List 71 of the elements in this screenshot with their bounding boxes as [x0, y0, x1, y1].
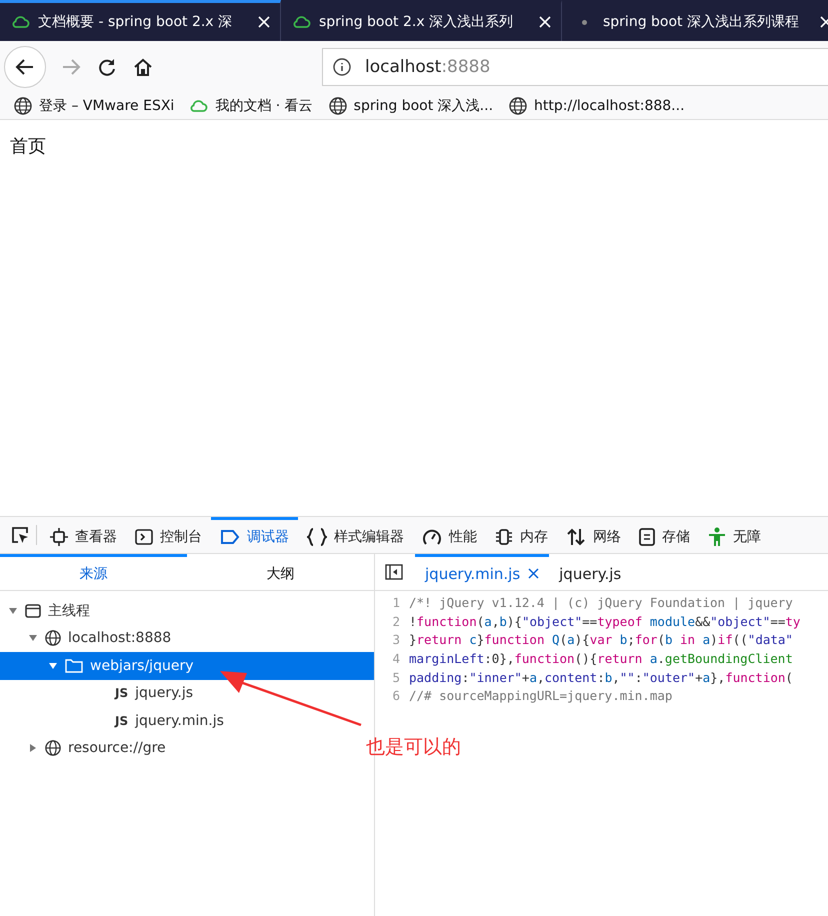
- caret-down-icon[interactable]: [28, 633, 38, 644]
- code-line: marginLeft:0},function(){return a.getBoundingClient: [409, 651, 793, 668]
- file-tab[interactable]: jquery.js: [549, 554, 632, 590]
- window-icon: [25, 604, 41, 618]
- address-field[interactable]: localhost:8888: [322, 48, 828, 86]
- caret-right-icon[interactable]: [28, 743, 38, 754]
- code-line: /*! jQuery v1.12.4 | (c) jQuery Foundation | jquery: [409, 595, 793, 612]
- cloud-icon: [293, 15, 311, 29]
- globe-icon: [14, 97, 32, 115]
- tree-item[interactable]: JS jquery.min.js: [0, 707, 374, 734]
- console-icon: [135, 528, 153, 546]
- panel-tab[interactable]: 大纲: [187, 554, 374, 590]
- devtools-tab[interactable]: 性能: [413, 517, 486, 553]
- devtools-tab[interactable]: 存储: [630, 517, 699, 553]
- braces-icon: [307, 528, 327, 546]
- chip-icon: [495, 528, 513, 546]
- folder-icon: [65, 658, 83, 674]
- element-picker-icon[interactable]: [10, 525, 30, 545]
- bookmark[interactable]: 我的文档 · 看云: [190, 97, 313, 115]
- tree-item[interactable]: JS jquery.js: [0, 680, 374, 707]
- globe-icon: [509, 97, 528, 115]
- frame-icon: [50, 528, 68, 546]
- caret-down-icon[interactable]: [48, 660, 58, 671]
- globe-icon: [45, 740, 61, 756]
- devtools-tab[interactable]: 查看器: [41, 517, 126, 553]
- tab-title: spring boot 2.x 深入浅出系列: [319, 13, 514, 31]
- line-number: 4: [391, 651, 401, 668]
- debugger-icon: [220, 528, 240, 544]
- code-line: padding:"inner"+a,content:b,"":"outer"+a},function(: [409, 670, 793, 687]
- line-number: 2: [391, 614, 401, 631]
- globe-icon: [45, 630, 61, 646]
- cloud-icon: [12, 15, 30, 29]
- tab-title: 文档概要 - spring boot 2.x 深: [38, 13, 234, 31]
- line-number: 1: [391, 595, 401, 612]
- code-line: !function(a,b){"object"==typeof module&&"object"==ty: [409, 614, 800, 631]
- page-heading: 首页: [10, 135, 46, 158]
- code-line: }return c}function Q(a){var b;for(b in a)if(("data": [409, 632, 793, 650]
- devtools-tab[interactable]: 样式编辑器: [298, 517, 413, 553]
- bookmark[interactable]: http://localhost:888...: [509, 97, 685, 115]
- file-tab[interactable]: jquery.min.js: [415, 554, 550, 590]
- info-icon: [333, 58, 351, 76]
- accessibility-icon: [708, 526, 726, 546]
- home-icon[interactable]: [132, 56, 154, 78]
- devtools-tab[interactable]: 控制台: [126, 517, 211, 553]
- devtools-tab[interactable]: 内存: [486, 517, 557, 553]
- line-number: 3: [391, 632, 401, 650]
- devtools-tab[interactable]: 无障: [699, 517, 770, 553]
- gauge-icon: [422, 528, 442, 546]
- bookmark[interactable]: 登录 – VMware ESXi: [14, 97, 174, 115]
- tree-item[interactable]: localhost:8888: [0, 624, 374, 652]
- tab-title: spring boot 深入浅出系列课程: [603, 13, 800, 31]
- file-type-label: JS: [115, 714, 128, 728]
- storage-icon: [639, 528, 655, 546]
- code-line: //# sourceMappingURL=jquery.min.map: [409, 688, 672, 706]
- file-type-label: JS: [115, 686, 128, 700]
- loading-dot-icon: [582, 20, 587, 24]
- devtools-tab[interactable]: 调试器: [211, 517, 298, 553]
- line-number: 5: [391, 670, 401, 687]
- caret-down-icon[interactable]: [8, 606, 18, 616]
- cloud-icon: [190, 99, 208, 113]
- globe-icon: [328, 97, 347, 115]
- devtools-tab[interactable]: 网络: [557, 517, 630, 553]
- bookmark[interactable]: spring boot 深入浅...: [328, 97, 494, 115]
- back-button[interactable]: [4, 46, 46, 88]
- sidebar-toggle-icon[interactable]: [385, 564, 403, 580]
- tree-item[interactable]: webjars/jquery: [0, 652, 374, 680]
- up-down-arrows-icon: [566, 528, 586, 546]
- annotation-text: 也是可以的: [366, 735, 461, 760]
- tree-item[interactable]: 主线程: [0, 597, 374, 624]
- line-number: 6: [391, 688, 401, 706]
- panel-tab[interactable]: 来源: [0, 554, 187, 590]
